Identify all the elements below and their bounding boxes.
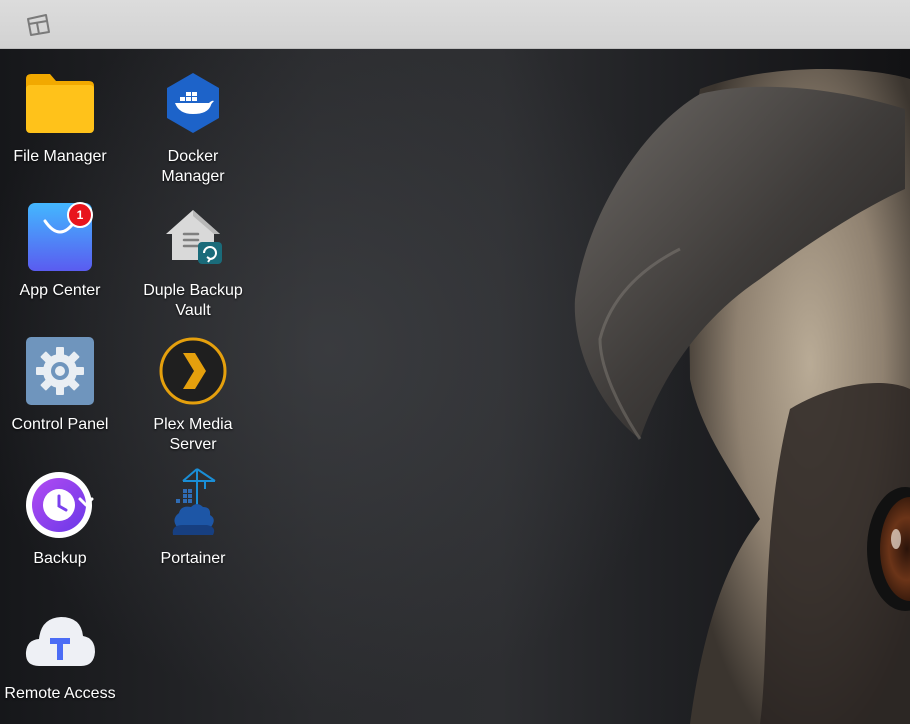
app-control-panel[interactable]: Control Panel <box>0 333 125 435</box>
backup-clock-icon <box>22 467 98 543</box>
app-plex-media-server[interactable]: Plex Media Server <box>128 333 258 455</box>
app-backup[interactable]: Backup <box>0 467 125 569</box>
notification-badge: 1 <box>67 202 93 228</box>
app-label: Remote Access <box>4 685 116 702</box>
shopping-bag-icon: 1 <box>22 199 98 275</box>
app-app-center[interactable]: 1 App Center <box>0 199 125 301</box>
app-label: File Manager <box>13 148 107 165</box>
app-docker-manager[interactable]: Docker Manager <box>128 65 258 187</box>
desktop-screen: File Manager Docker Manager 1 App Center… <box>0 0 910 724</box>
backup-vault-icon <box>155 199 231 275</box>
app-label: Docker Manager <box>161 148 225 185</box>
app-label: Portainer <box>160 550 226 567</box>
top-bar <box>0 0 910 49</box>
gear-icon <box>22 333 98 409</box>
app-duple-backup-vault[interactable]: Duple Backup Vault <box>128 199 258 321</box>
folder-icon <box>22 65 98 141</box>
app-label: Backup <box>33 550 87 567</box>
app-remote-access[interactable]: Remote Access <box>0 602 125 704</box>
app-label: Control Panel <box>11 416 109 433</box>
app-label: App Center <box>19 282 101 299</box>
app-label: Duple Backup Vault <box>143 282 243 319</box>
show-desktop-icon <box>27 14 50 36</box>
app-file-manager[interactable]: File Manager <box>0 65 125 167</box>
app-label: Plex Media Server <box>153 416 233 453</box>
portainer-icon <box>155 467 231 543</box>
app-portainer[interactable]: Portainer <box>128 467 258 569</box>
plex-icon <box>155 333 231 409</box>
cloud-t-icon <box>22 602 98 678</box>
docker-icon <box>155 65 231 141</box>
show-desktop-button[interactable] <box>22 10 54 40</box>
